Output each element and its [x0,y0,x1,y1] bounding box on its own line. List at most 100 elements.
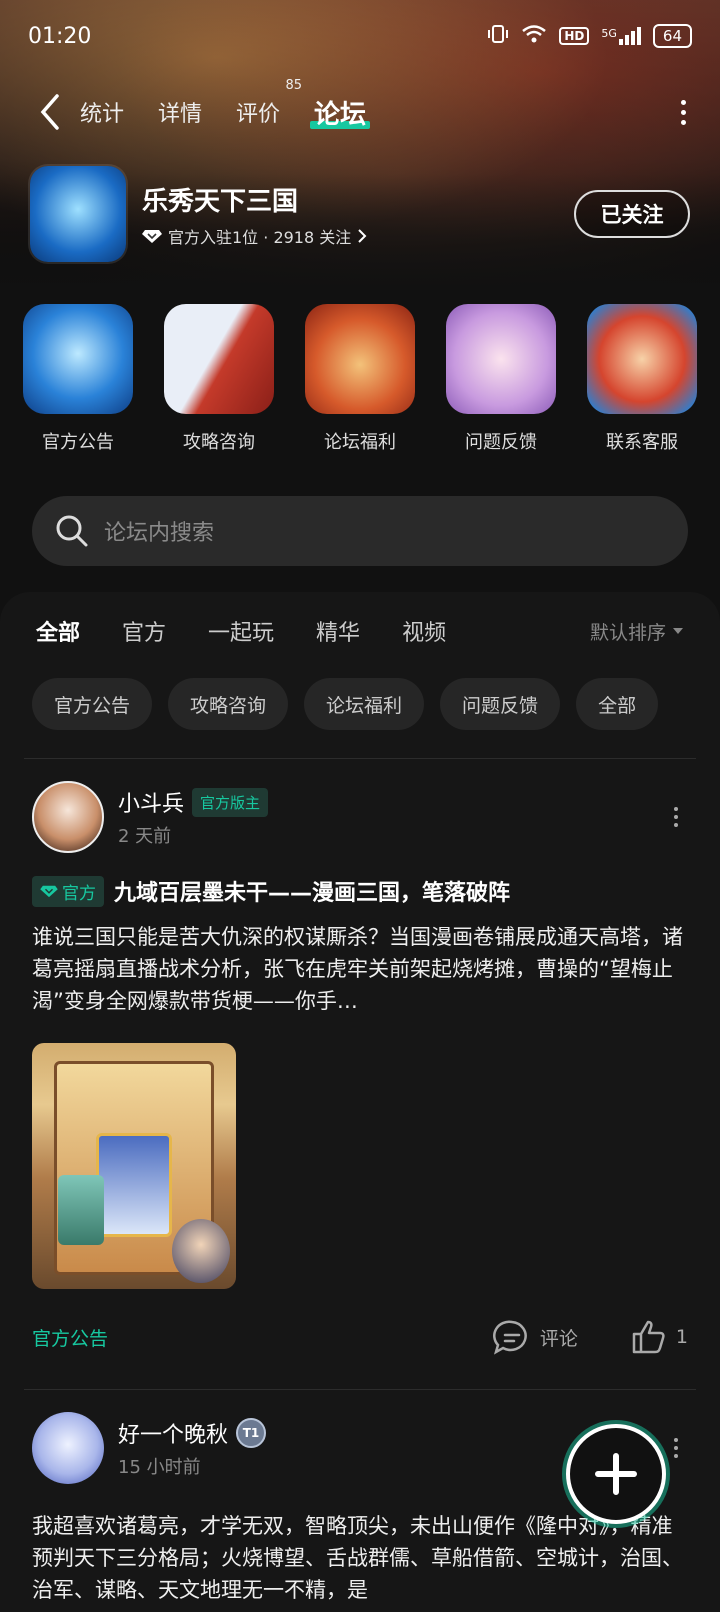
post-body: 谁说三国只能是苦大仇深的权谋厮杀？当国漫画卷铺展成通天高塔，诸葛亮摇扇直播战术分… [32,925,683,1013]
comment-button[interactable]: 评论 [492,1319,578,1355]
post-more-button[interactable] [674,1438,678,1458]
guides-icon [164,304,274,414]
back-button[interactable] [20,82,80,142]
post-title: 九域百层墨未干——漫画三国，笔落破阵 [114,881,511,906]
game-meta[interactable]: 官方入驻1位 · 2918 关注 [142,224,367,248]
feed-tab-featured[interactable]: 精华 [316,615,360,647]
feed-tab-official[interactable]: 官方 [122,615,166,647]
quick-item-announcements[interactable]: 官方公告 [22,304,134,454]
wifi-icon [521,24,547,48]
post-body: 我超喜欢诸葛亮，才学无双，智略顶尖，未出山便作《隆中对》，精准预判天下三分格局；… [32,1514,683,1602]
comment-icon [492,1320,527,1355]
search-input[interactable]: 论坛内搜索 [32,496,688,566]
caret-down-icon [673,628,683,634]
chip-all[interactable]: 全部 [576,678,659,730]
post-time: 2 天前 [118,826,172,847]
game-info: 乐秀天下三国 官方入驻1位 · 2918 关注 [142,181,367,248]
quick-item-label: 攻略咨询 [183,432,255,453]
top-nav: 统计 详情 评价 85 论坛 [0,78,720,142]
diamond-icon [142,229,162,243]
quick-item-label: 官方公告 [42,432,114,453]
author-name[interactable]: 小斗兵 [118,786,184,818]
author-name[interactable]: 好一个晚秋 [118,1417,228,1449]
signal-icon: 5G [601,27,641,45]
more-options-button[interactable] [681,99,686,125]
avatar[interactable] [32,1412,104,1484]
quick-item-welfare[interactable]: 论坛福利 [304,304,416,454]
feed-tab-all[interactable]: 全部 [33,615,83,647]
quick-item-guides[interactable]: 攻略咨询 [163,304,275,454]
sort-dropdown[interactable]: 默认排序 [590,618,684,645]
thumbs-up-icon [632,1320,665,1354]
post-title-row: 官方 九域百层墨未干——漫画三国，笔落破阵 [32,875,688,907]
image-card-decor [58,1175,104,1245]
author-block: 好一个晚秋 T1 15 小时前 [118,1417,267,1479]
network-label: 5G [601,27,617,40]
vibrate-icon [487,23,509,49]
quick-item-feedback[interactable]: 问题反馈 [445,304,557,454]
post-card[interactable]: 小斗兵 官方版主 2 天前 官方 九域百层墨未干——漫画三国，笔落破阵 谁说三国… [0,781,720,1357]
diamond-icon [40,885,58,898]
game-header: 乐秀天下三国 官方入驻1位 · 2918 关注 已关注 [30,166,690,262]
moderator-badge: 官方版主 [192,787,269,817]
avatar[interactable] [32,781,104,853]
post-image[interactable] [32,1043,236,1289]
sort-label: 默认排序 [589,621,666,644]
plus-icon [595,1453,637,1495]
follow-button[interactable]: 已关注 [574,190,690,238]
official-tag: 官方 [32,875,104,907]
chip-feedback[interactable]: 问题反馈 [440,678,561,730]
battery-icon: 64 [652,24,692,48]
welfare-icon [305,304,415,414]
like-count: 1 [675,1326,688,1348]
feed-tab-video[interactable]: 视频 [402,615,446,647]
chevron-left-icon [40,94,59,130]
level-badge: T1 [236,1418,267,1448]
author-row: 好一个晚秋 T1 [118,1417,267,1449]
like-button[interactable]: 1 [630,1319,688,1355]
image-card-decor [172,1219,230,1283]
feedback-icon [446,304,556,414]
announcements-icon [23,304,133,414]
post-time: 15 小时前 [118,1457,201,1478]
status-bar: 01:20 HD 5G 64 [0,0,720,72]
search-icon [56,515,88,547]
author-row: 小斗兵 官方版主 [118,786,269,818]
support-icon [587,304,697,414]
post-category-link[interactable]: 官方公告 [32,1324,108,1351]
official-tag-label: 官方 [62,883,96,904]
tab-forum[interactable]: 论坛 [310,94,371,131]
chip-announcements[interactable]: 官方公告 [32,678,153,730]
new-post-button[interactable] [566,1424,666,1524]
search-placeholder: 论坛内搜索 [104,521,215,546]
post-footer: 官方公告 评论 1 [32,1317,688,1357]
hd-icon: HD [559,27,590,45]
author-block: 小斗兵 官方版主 2 天前 [118,786,269,848]
tab-stats[interactable]: 统计 [80,96,124,128]
category-chips: 官方公告 攻略咨询 论坛福利 问题反馈 全部 [0,678,720,730]
chevron-right-icon [358,228,367,243]
feed-tabs: 全部 官方 一起玩 精华 视频 默认排序 [0,592,720,670]
status-icons: HD 5G 64 [487,23,692,49]
feed-tab-play-together[interactable]: 一起玩 [208,615,274,647]
game-icon[interactable] [30,166,126,262]
tab-details[interactable]: 详情 [158,96,202,128]
post-header: 小斗兵 官方版主 2 天前 [32,781,688,853]
reviews-count-badge: 85 [285,78,303,93]
game-title[interactable]: 乐秀天下三国 [142,181,367,218]
status-time: 01:20 [28,23,92,49]
quick-item-label: 联系客服 [606,432,678,453]
quick-item-label: 论坛福利 [324,432,396,453]
comment-label: 评论 [539,1327,578,1350]
quick-entries: 官方公告 攻略咨询 论坛福利 问题反馈 联系客服 [22,304,698,454]
post-more-button[interactable] [674,807,678,827]
tab-reviews-label: 评价 [236,102,281,127]
quick-item-label: 问题反馈 [465,432,537,453]
quick-item-support[interactable]: 联系客服 [586,304,698,454]
tab-reviews[interactable]: 评价 85 [236,78,302,128]
image-card-decor [96,1133,172,1237]
divider [24,758,696,759]
game-meta-text: 官方入驻1位 · 2918 关注 [168,227,352,247]
chip-welfare[interactable]: 论坛福利 [304,678,425,730]
chip-guides[interactable]: 攻略咨询 [168,678,289,730]
